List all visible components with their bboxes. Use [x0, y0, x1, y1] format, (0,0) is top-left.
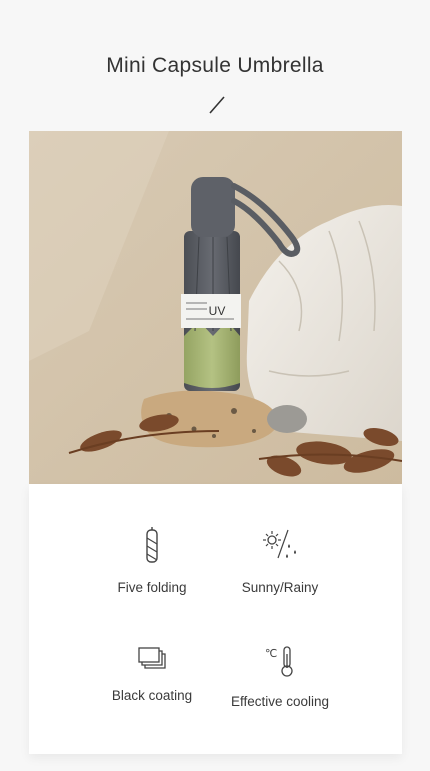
feature-label: Effective cooling: [230, 694, 330, 709]
folded-umbrella-icon: [146, 527, 158, 563]
product-scene: UV: [29, 131, 402, 484]
slash-divider-icon: [209, 96, 225, 114]
feature-sunny-rainy: Sunny/Rainy: [205, 526, 355, 595]
features-card: Five folding Sunny/Rainy Black coating ℃…: [29, 484, 402, 754]
layers-icon: [138, 647, 166, 669]
svg-text:℃: ℃: [265, 647, 277, 660]
sun-rain-icon: [263, 529, 296, 559]
page-title: Mini Capsule Umbrella: [106, 54, 324, 77]
feature-effective-cooling: ℃ Effective cooling: [205, 644, 355, 709]
thermometer-icon: ℃: [265, 646, 293, 677]
uv-tag-text: UV: [209, 304, 226, 318]
feature-label: Sunny/Rainy: [241, 580, 319, 595]
product-photo: UV: [29, 131, 402, 484]
